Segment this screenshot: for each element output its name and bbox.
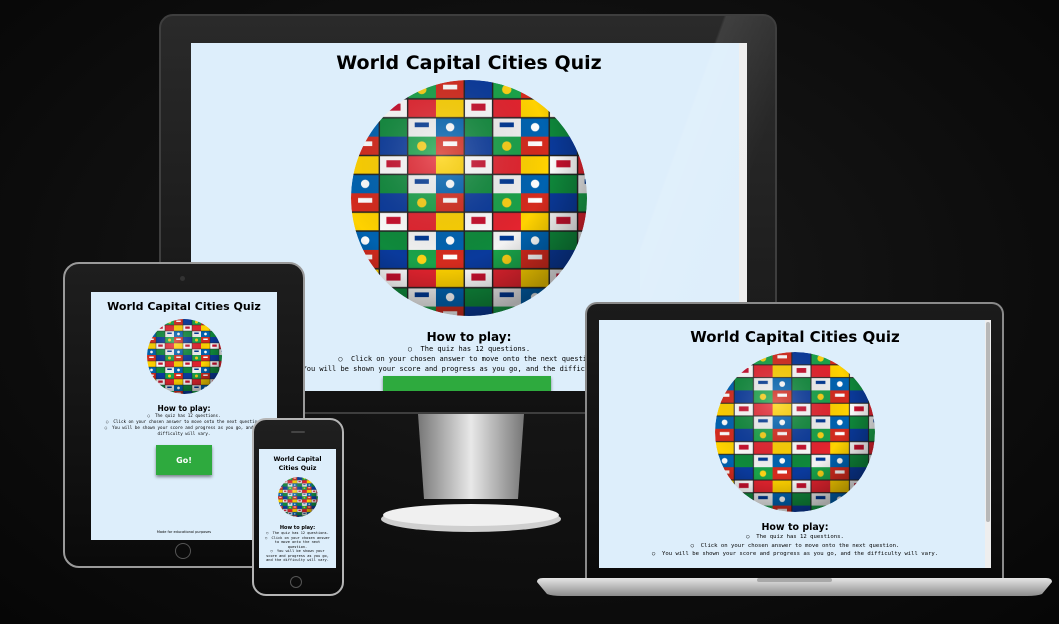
rules-list: The quiz has 12 questions. Click on your… — [599, 533, 991, 559]
rule-item: You will be shown your score and progres… — [97, 425, 271, 437]
go-button[interactable] — [383, 376, 551, 391]
rules-list: The quiz has 12 questions. Click on your… — [91, 413, 277, 437]
rule-item: Click on your chosen answer to move onto… — [599, 542, 991, 551]
home-button-icon — [290, 576, 302, 588]
scrollbar-thumb[interactable] — [986, 322, 990, 522]
monitor-stand — [381, 414, 561, 532]
how-to-play-heading: How to play: — [761, 522, 829, 533]
go-button[interactable]: Go! — [156, 445, 212, 475]
footer-text: Made for educational purposes — [156, 530, 212, 534]
flag-globe-icon — [146, 319, 222, 394]
phone-screen: World Capital Cities Quiz How to play: T… — [259, 449, 336, 568]
laptop-base — [537, 578, 1052, 596]
rule-item: You will be shown your score and progres… — [599, 550, 991, 559]
how-to-play-heading: How to play: — [157, 404, 211, 413]
rule-item: The quiz has 12 questions. — [599, 533, 991, 542]
laptop-screen: World Capital Cities Quiz How to play: T… — [599, 320, 991, 568]
camera-icon — [180, 276, 185, 281]
flag-globe-icon — [277, 477, 318, 517]
rule-item: The quiz has 12 questions. — [265, 531, 330, 536]
page-title: World Capital Cities Quiz — [107, 300, 261, 313]
speaker-icon — [291, 431, 305, 433]
page-title: World Capital Cities Quiz — [690, 328, 900, 346]
page-title: World Capital Cities Quiz — [273, 456, 322, 472]
scrollbar[interactable] — [985, 320, 991, 568]
flag-globe-icon — [351, 80, 587, 316]
rule-item: Click on your chosen answer to move onto… — [265, 536, 330, 550]
tablet-screen: World Capital Cities Quiz How to play: T… — [91, 292, 277, 540]
rule-item: You will be shown your score and progres… — [265, 549, 330, 563]
home-button-icon — [175, 543, 191, 559]
flag-globe-icon — [715, 352, 875, 512]
rules-list: The quiz has 12 questions. Click on your… — [259, 531, 336, 563]
